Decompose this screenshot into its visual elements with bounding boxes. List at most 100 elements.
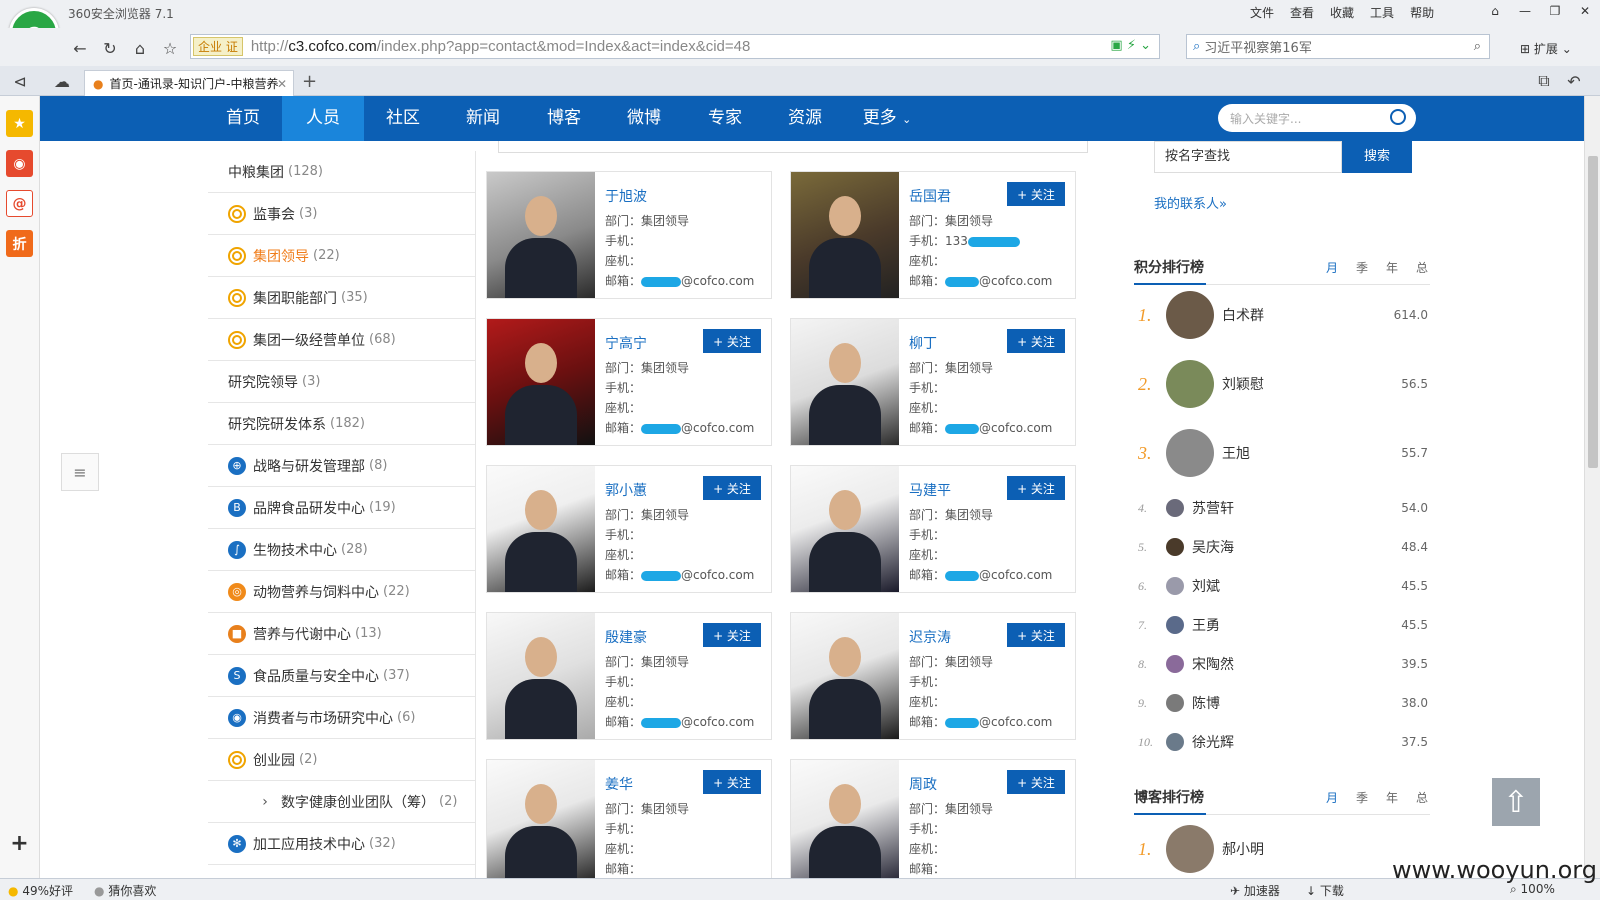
avatar[interactable]	[1166, 291, 1214, 339]
org-item[interactable]: 监事会 (3)	[208, 193, 475, 235]
star-icon[interactable]: ☆	[158, 36, 182, 60]
scroll-thumb[interactable]	[1588, 156, 1598, 468]
person-photo[interactable]	[487, 613, 595, 739]
org-item[interactable]: ◉ 消费者与市场研究中心 (6)	[208, 697, 475, 739]
person-card[interactable]: 岳国君 部门：集团领导 手机：133 座机： 邮箱： @cofco.com + 关注	[790, 171, 1076, 299]
search-icon[interactable]	[1390, 109, 1406, 125]
org-item[interactable]: 集团职能部门 (35)	[208, 277, 475, 319]
person-card[interactable]: 于旭波 部门：集团领导 手机： 座机： 邮箱： @cofco.com	[486, 171, 772, 299]
avatar[interactable]	[1166, 538, 1184, 556]
weibo-icon[interactable]: ◉	[6, 150, 33, 177]
tab-year[interactable]: 年	[1386, 259, 1398, 276]
avatar[interactable]	[1166, 616, 1184, 634]
org-item[interactable]: 集团领导 (22)	[208, 235, 475, 277]
download-button[interactable]: ↓ 下载	[1306, 882, 1344, 899]
rank-name[interactable]: 郝小明	[1222, 839, 1264, 859]
ranking-row[interactable]: 10. 徐光辉 37.5	[1138, 732, 1428, 752]
ranking-row[interactable]: 1. 郝小明	[1138, 825, 1428, 873]
ranking-row[interactable]: 3. 王旭 55.7	[1138, 429, 1428, 477]
home-icon[interactable]: ⌂	[128, 36, 152, 60]
avatar[interactable]	[1166, 655, 1184, 673]
org-item[interactable]: › 数字健康创业团队（筹） (2)	[208, 781, 475, 823]
new-tab-icon[interactable]: +	[302, 71, 317, 92]
person-photo[interactable]	[487, 172, 595, 298]
person-photo[interactable]	[791, 466, 899, 592]
menu-help[interactable]: 帮助	[1410, 4, 1434, 21]
back-arrow-icon[interactable]: ←	[68, 36, 92, 60]
tab-month[interactable]: 月	[1326, 259, 1338, 276]
back-to-top-icon[interactable]: ⇧	[1492, 778, 1540, 826]
org-item[interactable]: 集团一级经营单位 (68)	[208, 319, 475, 361]
enterprise-badge[interactable]: 企业 证	[193, 37, 243, 56]
nav-people[interactable]: 人员	[282, 96, 364, 141]
blog-tab-quarter[interactable]: 季	[1356, 789, 1368, 806]
tab-close-icon[interactable]: ✕	[277, 77, 287, 91]
email-icon[interactable]: @	[6, 190, 33, 217]
org-item[interactable]: 研究院研发体系 (182)	[208, 403, 475, 445]
page-scrollbar[interactable]	[1584, 96, 1600, 878]
undo-close-icon[interactable]: ↶	[1562, 69, 1586, 93]
tab-quarter[interactable]: 季	[1356, 259, 1368, 276]
person-card[interactable]: 殷建豪 部门：集团领导 手机： 座机： 邮箱： @cofco.com + 关注	[486, 612, 772, 740]
person-photo[interactable]	[487, 760, 595, 878]
blog-tab-month[interactable]: 月	[1326, 789, 1338, 806]
magnifier-icon[interactable]: ⌕	[1474, 39, 1481, 54]
rank-name[interactable]: 刘颖慰	[1222, 374, 1264, 394]
tab-total[interactable]: 总	[1416, 259, 1428, 276]
nav-news[interactable]: 新闻	[442, 96, 524, 141]
site-search-input[interactable]: 输入关键字...	[1218, 104, 1416, 132]
follow-button[interactable]: + 关注	[1007, 182, 1065, 206]
rating-status[interactable]: ● 49%好评	[8, 882, 73, 899]
avatar[interactable]	[1166, 499, 1184, 517]
person-name[interactable]: 马建平	[909, 480, 951, 500]
follow-button[interactable]: + 关注	[1007, 623, 1065, 647]
blog-tab-year[interactable]: 年	[1386, 789, 1398, 806]
url-input[interactable]: 企业 证 http://c3.cofco.com/index.php?app=c…	[190, 34, 1160, 59]
close-icon[interactable]: ✕	[1570, 0, 1600, 22]
refresh-icon[interactable]: ↻	[98, 36, 122, 60]
rank-name[interactable]: 徐光辉	[1192, 732, 1234, 752]
nav-weibo[interactable]: 微博	[603, 96, 685, 141]
follow-button[interactable]: + 关注	[703, 329, 761, 353]
person-card[interactable]: 姜华 部门：集团领导 手机： 座机： 邮箱： + 关注	[486, 759, 772, 878]
person-name[interactable]: 周政	[909, 774, 937, 794]
rank-name[interactable]: 刘斌	[1192, 576, 1220, 596]
name-search-button[interactable]: 搜索	[1342, 141, 1412, 173]
org-item[interactable]: ✻ 加工应用技术中心 (32)	[208, 823, 475, 865]
follow-button[interactable]: + 关注	[703, 476, 761, 500]
menu-tools[interactable]: 工具	[1370, 4, 1394, 21]
name-search-input[interactable]: 按名字查找	[1154, 141, 1342, 173]
active-tab[interactable]: ● 首页-通讯录-知识门户-中粮营养 ✕	[84, 70, 294, 96]
person-photo[interactable]	[791, 319, 899, 445]
menu-favorites[interactable]: 收藏	[1330, 4, 1354, 21]
follow-button[interactable]: + 关注	[703, 623, 761, 647]
org-item[interactable]: B 品牌食品研发中心 (19)	[208, 487, 475, 529]
rank-name[interactable]: 王旭	[1222, 443, 1250, 463]
rank-name[interactable]: 苏营轩	[1192, 498, 1234, 518]
nav-experts[interactable]: 专家	[684, 96, 766, 141]
org-item[interactable]: 研究院领导 (3)	[208, 361, 475, 403]
person-name[interactable]: 岳国君	[909, 186, 951, 206]
blog-tab-total[interactable]: 总	[1416, 789, 1428, 806]
url-text[interactable]: http://c3.cofco.com/index.php?app=contac…	[251, 38, 751, 55]
ranking-row[interactable]: 8. 宋陶然 39.5	[1138, 654, 1428, 674]
person-name[interactable]: 郭小蕙	[605, 480, 647, 500]
person-photo[interactable]	[791, 172, 899, 298]
person-card[interactable]: 周政 部门：集团领导 手机： 座机： 邮箱： + 关注	[790, 759, 1076, 878]
menu-file[interactable]: 文件	[1250, 4, 1274, 21]
person-photo[interactable]	[791, 613, 899, 739]
follow-button[interactable]: + 关注	[703, 770, 761, 794]
person-name[interactable]: 姜华	[605, 774, 633, 794]
browser-search-input[interactable]: ⌕ 习近平视察第16军 ⌕	[1186, 34, 1490, 59]
rank-name[interactable]: 宋陶然	[1192, 654, 1234, 674]
nav-resources[interactable]: 资源	[764, 96, 846, 141]
rank-name[interactable]: 白术群	[1222, 305, 1264, 325]
person-photo[interactable]	[487, 319, 595, 445]
ranking-row[interactable]: 4. 苏营轩 54.0	[1138, 498, 1428, 518]
person-name[interactable]: 柳丁	[909, 333, 937, 353]
person-name[interactable]: 宁高宁	[605, 333, 647, 353]
minimize-icon[interactable]: —	[1510, 0, 1540, 22]
follow-button[interactable]: + 关注	[1007, 476, 1065, 500]
ranking-row[interactable]: 7. 王勇 45.5	[1138, 615, 1428, 635]
security-icons[interactable]: ▣ ⚡ ⌄	[1110, 38, 1151, 53]
